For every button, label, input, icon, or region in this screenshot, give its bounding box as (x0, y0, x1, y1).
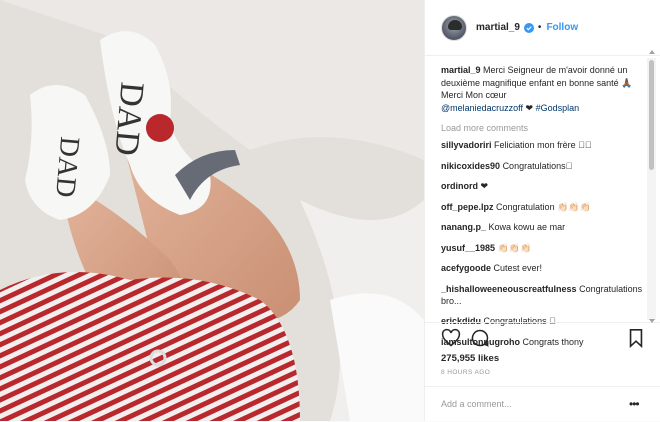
scroll-down-arrow-icon[interactable] (648, 317, 656, 325)
caption-heart: ❤ (523, 102, 536, 113)
comment-text: Kowa kowu ae mar (488, 222, 566, 232)
post-timestamp: 8 HOURS AGO (441, 369, 491, 376)
caption-hashtag[interactable]: #Godsplan (536, 103, 580, 113)
comment-username[interactable]: ordinord (441, 181, 478, 191)
comments-scrollbar-thumb[interactable] (649, 60, 654, 170)
load-more-comments-link[interactable]: Load more comments (441, 123, 528, 133)
follow-button[interactable]: Follow (546, 22, 578, 33)
comment-text: ❤ (480, 181, 489, 191)
post-side-panel: martial_9 • Follow martial_9 Merci Seign… (424, 0, 660, 421)
comment-username[interactable]: nikicoxides90 (441, 161, 500, 171)
comment-username[interactable]: _hishalloweeneouscreatfulness (441, 284, 577, 294)
comment-username[interactable]: sillyvadoriri (441, 140, 492, 150)
heart-icon[interactable] (441, 328, 461, 348)
caption-username[interactable]: martial_9 (441, 65, 481, 75)
username[interactable]: martial_9 (476, 22, 520, 33)
list-item: sillyvadoriri Feliciation mon frère ❤🏻 (441, 139, 647, 151)
bookmark-icon[interactable] (628, 328, 644, 348)
list-item: _hishalloweeneouscreatfulness Congratula… (441, 283, 647, 307)
instagram-post-window: DAD DAD martial_9 • Follow martial_9 Mer… (0, 0, 660, 421)
post-photo[interactable]: DAD DAD (0, 0, 424, 421)
caption: martial_9 Merci Seigneur de m'avoir donn… (441, 64, 641, 114)
list-item: off_pepe.lpz Congratulation 👏🏻👏🏻👏🏻 (441, 201, 647, 213)
caption-mention[interactable]: @melaniedacruzzoff (441, 103, 523, 113)
add-comment-bar: ••• (425, 386, 660, 421)
list-item: yusuf__1985 👏🏻👏🏻👏🏻 (441, 242, 647, 254)
comment-username[interactable]: acefygoode (441, 263, 491, 273)
list-item: nanang.p_ Kowa kowu ae mar (441, 221, 647, 233)
list-item: nikicoxides90 Congratulations🏻 (441, 160, 647, 172)
separator-dot: • (537, 22, 542, 33)
list-item: acefygoode Cutest ever! (441, 262, 647, 274)
comment-text: Congratulation 👏🏻👏🏻👏🏻 (496, 201, 591, 212)
add-comment-input[interactable] (441, 396, 611, 412)
likes-count[interactable]: 275,955 likes (441, 353, 499, 364)
comment-username[interactable]: off_pepe.lpz (441, 202, 494, 212)
scroll-up-arrow-icon[interactable] (648, 48, 656, 56)
comment-text: Cutest ever! (493, 263, 543, 273)
svg-text:DAD: DAD (49, 135, 85, 198)
avatar[interactable] (441, 14, 467, 41)
comment-username[interactable]: yusuf__1985 (441, 243, 495, 253)
verified-badge-icon (523, 22, 534, 33)
comment-text: Congratulations🏻 (502, 160, 573, 171)
baby-feet-illustration: DAD DAD (0, 0, 424, 421)
comment-text: 👏🏻👏🏻👏🏻 (497, 242, 532, 253)
comment-username[interactable]: nanang.p_ (441, 222, 486, 232)
post-header: martial_9 • Follow (425, 0, 660, 56)
svg-text:DAD: DAD (107, 80, 150, 157)
comment-text: Feliciation mon frère ❤🏻 (494, 140, 592, 150)
more-options-button[interactable]: ••• (629, 397, 640, 411)
list-item: ordinord ❤ (441, 180, 647, 192)
comment-icon[interactable] (470, 328, 490, 348)
